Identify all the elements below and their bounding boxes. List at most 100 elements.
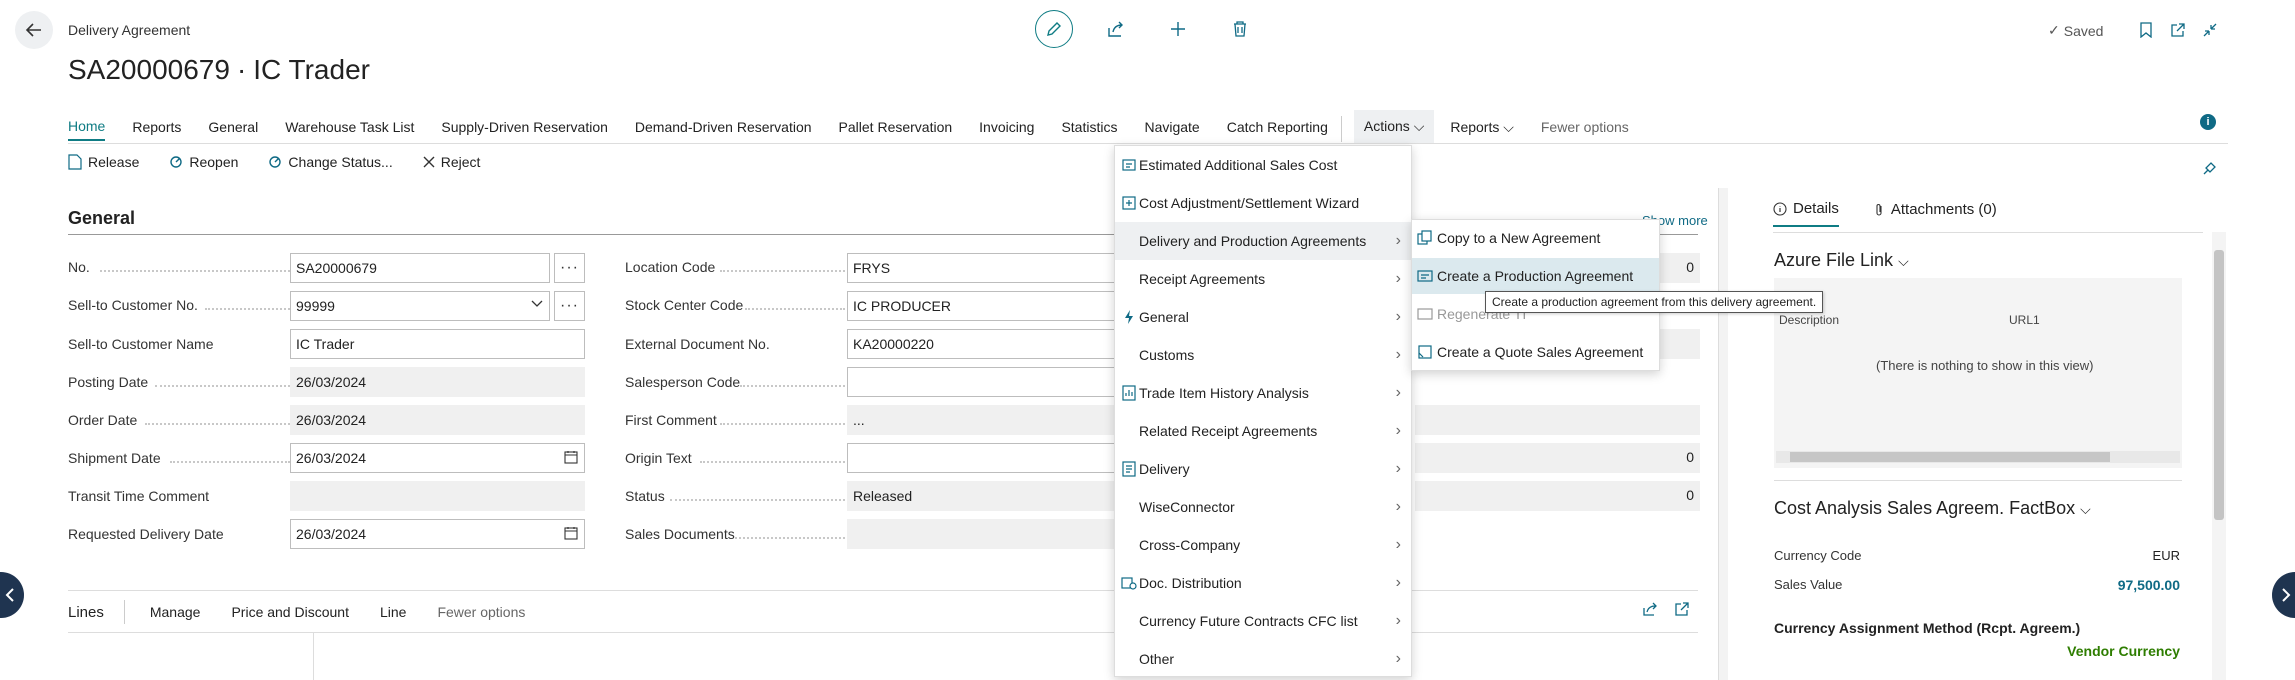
analysis-icon <box>1121 385 1137 401</box>
tab-warehouse-task-list[interactable]: Warehouse Task List <box>285 117 414 140</box>
reject-button[interactable]: Reject <box>423 154 480 170</box>
col-url-header: URL1 <box>2009 313 2040 327</box>
menu-item-delivery[interactable]: Delivery › <box>1115 450 1413 488</box>
plus-icon <box>1171 22 1185 36</box>
tab-supply-driven-reservation[interactable]: Supply-Driven Reservation <box>441 117 608 140</box>
tab-home[interactable]: Home <box>68 116 106 141</box>
lines-fewer-options[interactable]: Fewer options <box>437 604 525 620</box>
factbox-scrollbar-thumb[interactable] <box>2214 250 2224 520</box>
action-bar-tabs: Home Reports General Warehouse Task List… <box>68 110 1656 143</box>
back-button[interactable] <box>15 11 53 49</box>
tab-reports-menu-label: Reports <box>1450 118 1500 135</box>
no-input[interactable]: SA20000679 <box>290 253 550 283</box>
sell-to-customer-no-input[interactable]: 99999 <box>290 291 550 321</box>
delete-button[interactable] <box>1221 10 1259 48</box>
tab-demand-driven-reservation[interactable]: Demand-Driven Reservation <box>635 117 812 140</box>
menu-item-delivery-production-agreements[interactable]: Delivery and Production Agreements › <box>1115 222 1413 260</box>
field-label-no: No. <box>68 259 90 275</box>
lines-price-discount-tab[interactable]: Price and Discount <box>231 604 349 620</box>
tab-catch-reporting[interactable]: Catch Reporting <box>1227 117 1328 140</box>
lines-line-tab[interactable]: Line <box>380 604 406 620</box>
new-button[interactable] <box>1159 10 1197 48</box>
submenu-item-copy-new-agreement[interactable]: Copy to a New Agreement <box>1412 220 1659 256</box>
chevron-down-icon[interactable] <box>531 297 543 309</box>
tab-invoicing[interactable]: Invoicing <box>979 117 1034 140</box>
factbox-splitter[interactable] <box>1718 188 1728 680</box>
lines-manage-tab[interactable]: Manage <box>150 604 201 620</box>
menu-item-related-receipt-agreements[interactable]: Related Receipt Agreements › <box>1115 412 1413 450</box>
location-code-input[interactable]: FRYS <box>847 253 1115 283</box>
next-record-button[interactable] <box>2272 572 2295 618</box>
lines-share-button[interactable] <box>1642 601 1658 617</box>
menu-item-cost-adjustment-wizard[interactable]: Cost Adjustment/Settlement Wizard <box>1115 184 1413 222</box>
cost-analysis-title[interactable]: Cost Analysis Sales Agreem. FactBox ⌵ <box>1774 498 2091 519</box>
menu-item-receipt-agreements[interactable]: Receipt Agreements › <box>1115 260 1413 298</box>
menu-item-customs[interactable]: Customs › <box>1115 336 1413 374</box>
section-title-general: General <box>68 208 136 228</box>
tab-reports[interactable]: Reports <box>132 117 181 140</box>
reopen-button[interactable]: Reopen <box>169 154 238 170</box>
menu-item-cross-company[interactable]: Cross-Company › <box>1115 526 1413 564</box>
open-new-window-button[interactable] <box>2168 20 2188 40</box>
tab-reports-menu[interactable]: Reports ⌵ <box>1450 117 1514 141</box>
sales-value-label: Sales Value <box>1774 577 1843 592</box>
azure-file-link-title[interactable]: Azure File Link ⌵ <box>1774 250 1909 271</box>
calendar-icon[interactable] <box>564 450 578 464</box>
menu-item-trade-item-history-analysis[interactable]: Trade Item History Analysis › <box>1115 374 1413 412</box>
menu-item-label: Estimated Additional Sales Cost <box>1139 157 1338 173</box>
factbox-tab-details[interactable]: Details <box>1773 200 1839 227</box>
external-document-no-input[interactable]: KA20000220 <box>847 329 1115 359</box>
chevron-down-icon: ⌵ <box>1503 118 1514 135</box>
factbox-tab-details-label: Details <box>1793 200 1839 217</box>
origin-text-input[interactable] <box>847 443 1115 473</box>
field-label-salesperson-code: Salesperson Code <box>625 374 741 390</box>
menu-item-estimated-additional-sales-cost[interactable]: Estimated Additional Sales Cost <box>1115 146 1413 184</box>
menu-item-doc-distribution[interactable]: Doc. Distribution › <box>1115 564 1413 602</box>
submenu-item-create-quote-sales-agreement[interactable]: Create a Quote Sales Agreement <box>1412 334 1659 370</box>
release-button[interactable]: Release <box>68 154 139 170</box>
calendar-icon[interactable] <box>564 526 578 540</box>
menu-item-currency-future-contracts[interactable]: Currency Future Contracts CFC list › <box>1115 602 1413 640</box>
share-button[interactable] <box>1097 10 1135 48</box>
tab-pallet-reservation[interactable]: Pallet Reservation <box>839 117 953 140</box>
no-lookup-button[interactable]: ··· <box>554 253 585 283</box>
shipment-date-value: 26/03/2024 <box>296 450 367 466</box>
requested-delivery-date-value: 26/03/2024 <box>296 526 367 542</box>
menu-item-general[interactable]: General › <box>1115 298 1413 336</box>
bookmark-button[interactable] <box>2136 20 2156 40</box>
previous-record-button[interactable] <box>0 572 24 618</box>
chevron-right-icon: › <box>1395 308 1401 325</box>
lines-expand-button[interactable] <box>1674 601 1690 617</box>
close-icon <box>423 156 435 168</box>
tab-statistics[interactable]: Statistics <box>1061 117 1117 140</box>
factbox-tab-attachments[interactable]: Attachments (0) <box>1873 200 1997 227</box>
pencil-icon <box>1047 22 1061 36</box>
sales-value[interactable]: 97,500.00 <box>2060 577 2180 593</box>
info-icon[interactable]: i <box>2200 114 2216 130</box>
tab-navigate[interactable]: Navigate <box>1144 117 1199 140</box>
submenu-item-create-production-agreement[interactable]: Create a Production Agreement <box>1412 258 1659 294</box>
stock-center-code-input[interactable]: IC PRODUCER <box>847 291 1115 321</box>
field-label-requested-delivery-date: Requested Delivery Date <box>68 526 224 542</box>
sell-to-customer-name-input[interactable]: IC Trader <box>290 329 585 359</box>
tab-actions[interactable]: Actions ⌵ <box>1353 110 1435 143</box>
lightning-icon <box>1121 309 1137 325</box>
chevron-right-icon: › <box>1395 422 1401 439</box>
lines-title: Lines <box>68 603 104 621</box>
shipment-date-input[interactable]: 26/03/2024 <box>290 443 585 473</box>
customer-lookup-button[interactable]: ··· <box>554 291 585 321</box>
pin-button[interactable] <box>2202 160 2218 176</box>
menu-item-other[interactable]: Other › <box>1115 640 1413 678</box>
tab-general[interactable]: General <box>208 117 258 140</box>
edit-button[interactable] <box>1035 10 1073 48</box>
chevron-right-icon: › <box>1395 650 1401 667</box>
change-status-button[interactable]: Change Status... <box>268 154 393 170</box>
salesperson-code-input[interactable] <box>847 367 1115 397</box>
horizontal-scrollbar-thumb[interactable] <box>1790 452 2110 462</box>
tab-fewer-options[interactable]: Fewer options <box>1541 117 1629 140</box>
menu-item-wiseconnector[interactable]: WiseConnector › <box>1115 488 1413 526</box>
leader-dots <box>670 499 845 501</box>
tooltip: Create a production agreement from this … <box>1485 291 1824 313</box>
requested-delivery-date-input[interactable]: 26/03/2024 <box>290 519 585 549</box>
collapse-button[interactable] <box>2200 20 2220 40</box>
